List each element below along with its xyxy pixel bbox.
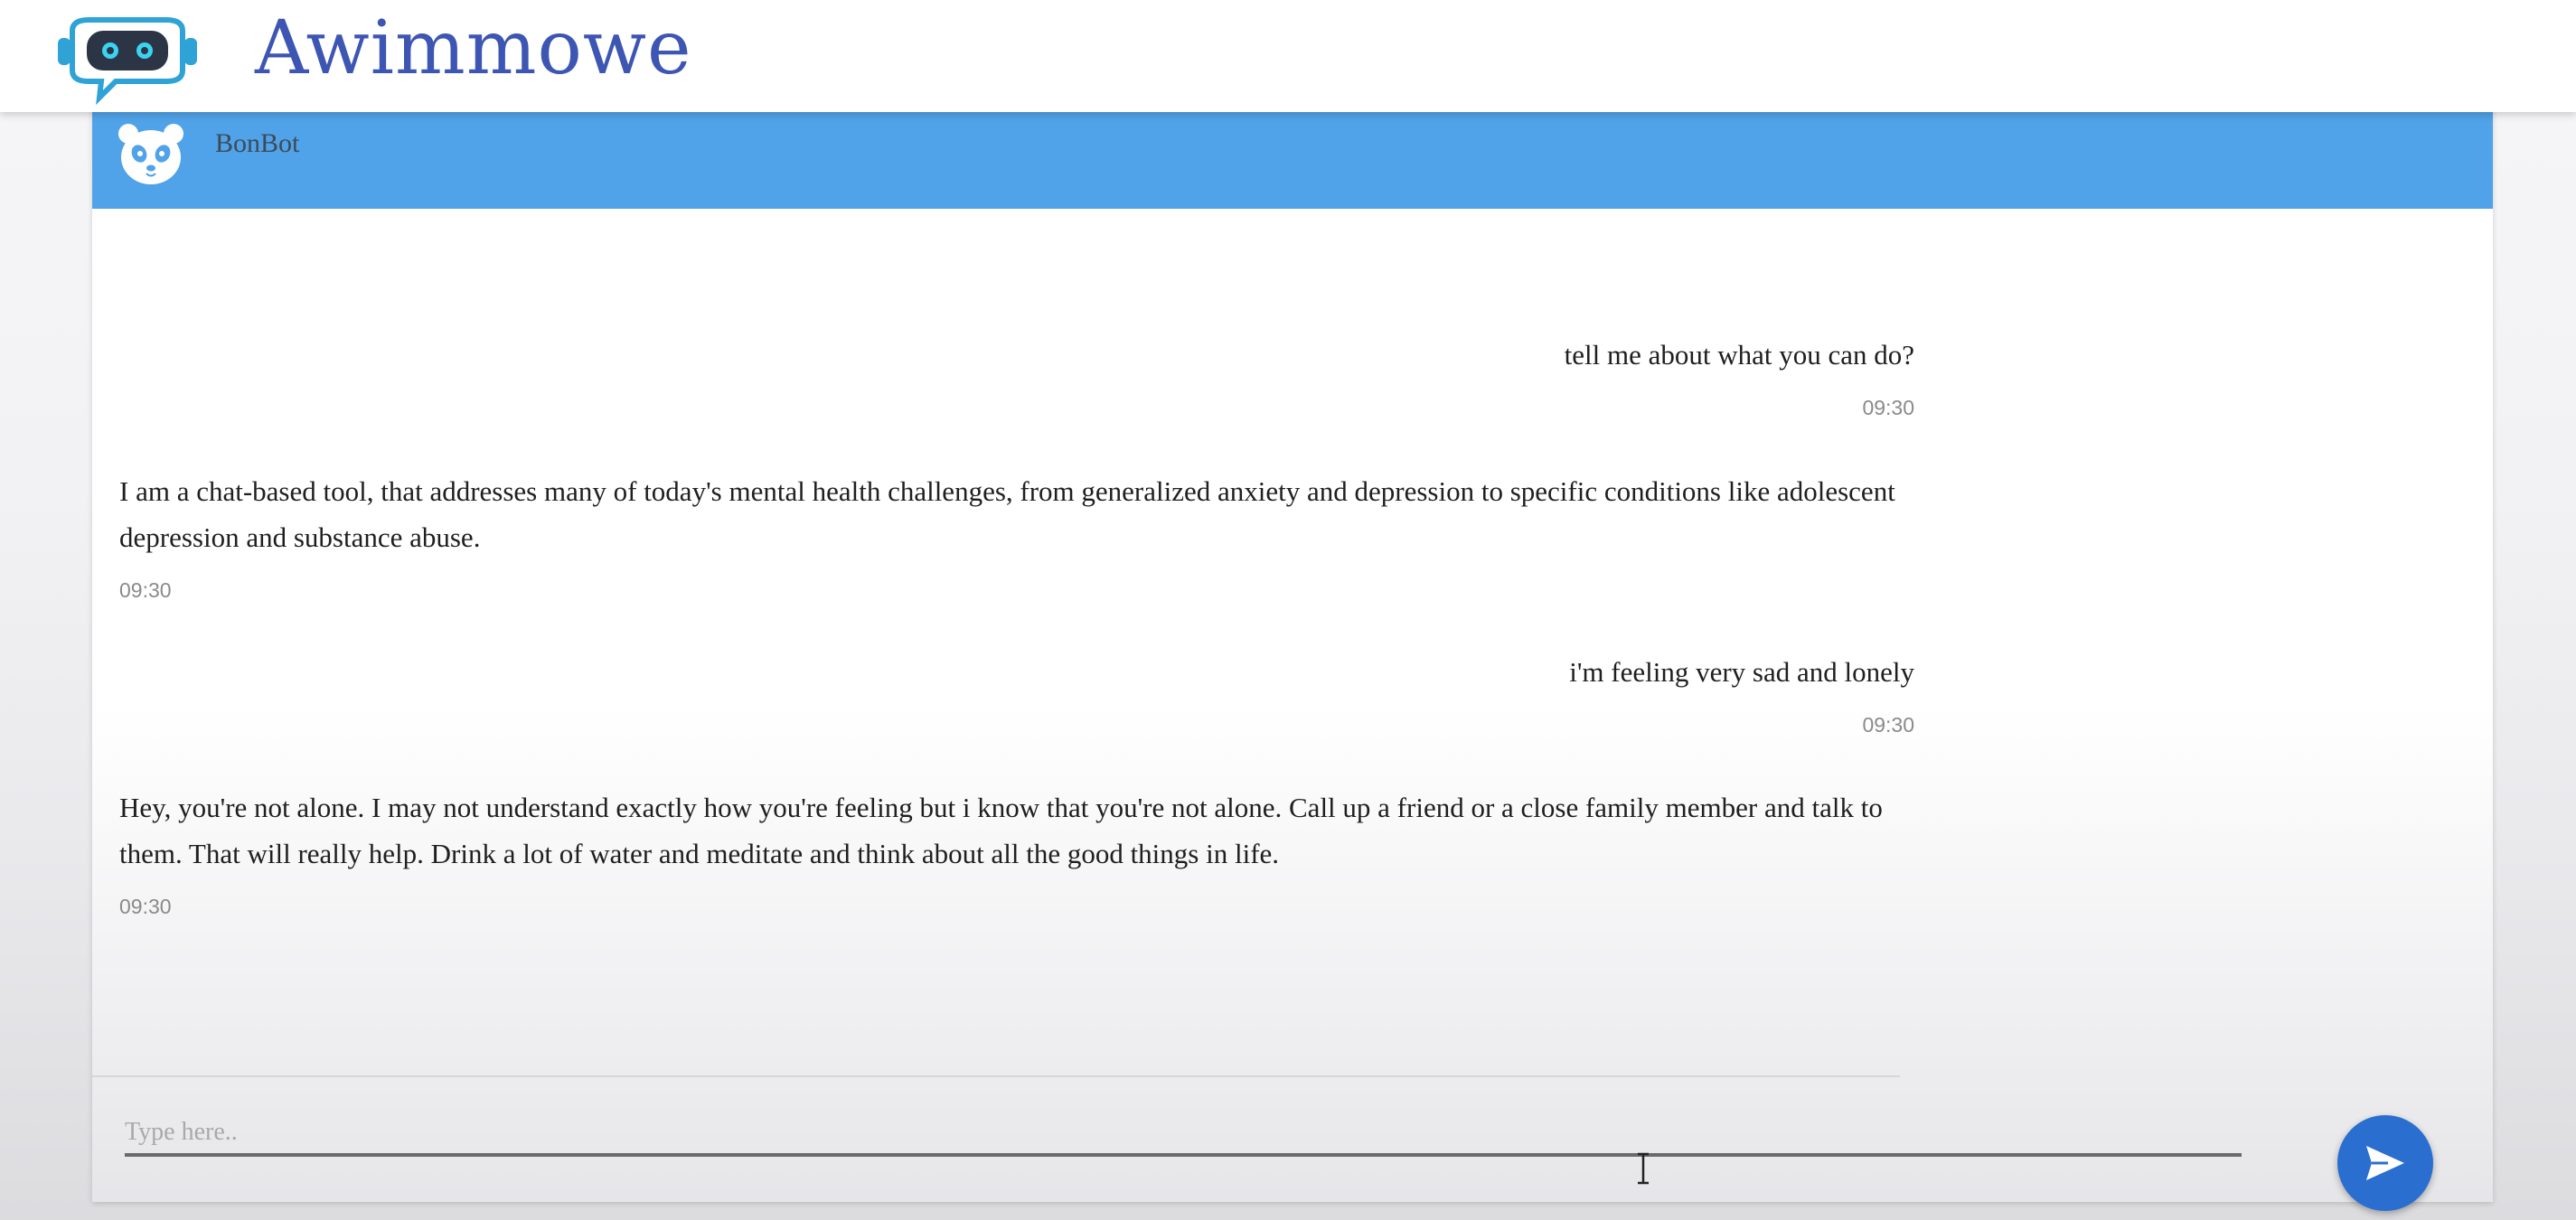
bot-message: I am a chat-based tool, that addresses m… bbox=[119, 468, 1909, 603]
message-time: 09:30 bbox=[119, 895, 172, 918]
message-input[interactable] bbox=[125, 1112, 2242, 1157]
bot-name: BonBot bbox=[215, 128, 300, 158]
app-header: Awimmowe bbox=[0, 0, 2576, 112]
message-time: 09:30 bbox=[1862, 396, 1914, 419]
chat-header: BonBot bbox=[92, 112, 2493, 209]
send-button[interactable] bbox=[2337, 1115, 2433, 1211]
message-text: i'm feeling very sad and lonely bbox=[1569, 656, 1914, 688]
bot-message: Hey, you're not alone. I may not underst… bbox=[119, 784, 1909, 919]
message-text: I am a chat-based tool, that addresses m… bbox=[119, 475, 1895, 553]
message-list: tell me about what you can do? 09:30 I a… bbox=[92, 209, 2493, 1076]
message-text: Hey, you're not alone. I may not underst… bbox=[119, 792, 1883, 869]
panda-avatar-icon bbox=[118, 124, 183, 184]
composer-divider bbox=[92, 1075, 1900, 1077]
user-message: tell me about what you can do? 09:30 bbox=[1565, 332, 1914, 420]
chat-window: BonBot tell me about what you can do? 09… bbox=[92, 99, 2493, 1211]
message-text: tell me about what you can do? bbox=[1564, 339, 1914, 371]
text-cursor-icon bbox=[1638, 1152, 1649, 1185]
message-time: 09:30 bbox=[119, 578, 172, 602]
message-time: 09:30 bbox=[1862, 713, 1914, 737]
user-message: i'm feeling very sad and lonely 09:30 bbox=[1569, 649, 1914, 737]
robot-chat-icon bbox=[58, 17, 197, 105]
brand-title: Awimmowe bbox=[255, 5, 692, 91]
send-icon bbox=[2366, 1146, 2404, 1180]
